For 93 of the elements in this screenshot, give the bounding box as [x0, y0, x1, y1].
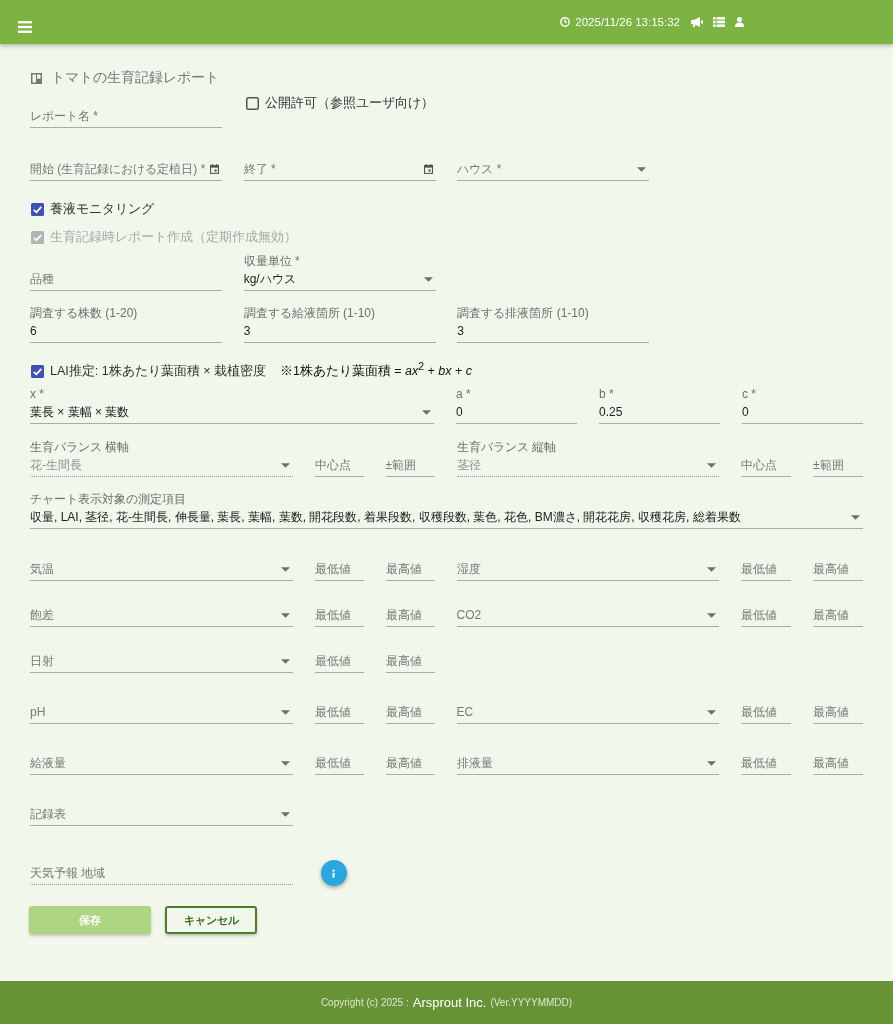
- field-label: b *: [599, 387, 614, 401]
- number-field[interactable]: 最低値: [314, 604, 364, 627]
- page-title: トマトの生育記録レポート: [51, 69, 219, 87]
- number-field[interactable]: 最低値: [314, 558, 364, 581]
- select-field[interactable]: 葉長 × 葉幅 × 葉数: [30, 401, 434, 424]
- caret-icon: [851, 515, 860, 520]
- user-icon[interactable]: [735, 17, 744, 27]
- field-label: 生育バランス 縦軸: [456, 438, 556, 456]
- menu-icon[interactable]: [18, 21, 32, 33]
- caret-icon: [707, 710, 716, 715]
- number-field[interactable]: 最高値: [813, 752, 863, 775]
- number-field[interactable]: 最低値: [741, 752, 791, 775]
- field-label: 調査する給液箇所 (1-10): [243, 304, 375, 322]
- checkbox[interactable]: [31, 364, 44, 378]
- number-field[interactable]: 最低値: [741, 701, 791, 724]
- list-icon[interactable]: [713, 17, 725, 27]
- field-label: a *: [456, 387, 471, 401]
- select-field[interactable]: 日射: [30, 650, 293, 673]
- board-icon: [31, 72, 42, 84]
- field-label: 調査する排液箇所 (1-10): [457, 304, 589, 322]
- number-field[interactable]: 0: [742, 401, 863, 424]
- caret-icon: [707, 761, 716, 766]
- info-icon: [332, 868, 335, 878]
- select-field[interactable]: 気温: [30, 558, 293, 581]
- caret-icon: [707, 567, 716, 572]
- number-field[interactable]: 最低値: [314, 752, 364, 775]
- text-field[interactable]: 品種: [30, 268, 222, 291]
- number-field[interactable]: 最低値: [741, 558, 791, 581]
- info-button[interactable]: [320, 860, 347, 886]
- caret-icon: [707, 463, 716, 468]
- number-field[interactable]: 最高値: [385, 604, 435, 627]
- date-field[interactable]: 終了 *: [243, 158, 436, 181]
- number-field[interactable]: 最高値: [385, 650, 435, 673]
- number-field[interactable]: 3: [457, 320, 650, 343]
- select-field[interactable]: EC: [456, 701, 719, 724]
- select-field[interactable]: 排液量: [456, 752, 719, 775]
- select-field[interactable]: kg/ハウス: [243, 268, 436, 291]
- caret-icon: [423, 277, 433, 282]
- number-field[interactable]: 最高値: [813, 604, 863, 627]
- select-field[interactable]: 収量, LAI, 茎径, 花-生間長, 伸長量, 葉長, 葉幅, 葉数, 開花段数, 着果段数, 収穫段数, 葉色, 花色, BM濃さ, 開花花房, 収穫花房, 総着果数: [30, 506, 863, 529]
- date-field[interactable]: 開始 (生育記録における定植日) *: [30, 158, 222, 181]
- field-label: 調査する株数 (1-20): [30, 304, 138, 322]
- checkbox-label: LAI推定: 1株あたり葉面積 × 栽植密度: [50, 362, 266, 380]
- select-field[interactable]: 給液量: [30, 752, 293, 775]
- cancel-button[interactable]: キャンセル: [165, 906, 257, 934]
- company-name: Arsprout Inc.: [412, 995, 487, 1010]
- caret-icon: [280, 613, 290, 618]
- number-field[interactable]: 最高値: [385, 752, 435, 775]
- number-field[interactable]: 最低値: [314, 650, 364, 673]
- number-field[interactable]: 最低値: [314, 701, 364, 724]
- number-field[interactable]: 最高値: [385, 701, 435, 724]
- number-field[interactable]: 最低値: [741, 604, 791, 627]
- copyright-text: Copyright (c) 2025 :: [320, 997, 409, 1008]
- checkbox-label: 公開許可（参照ユーザ向け）: [264, 94, 434, 112]
- select-field[interactable]: pH: [30, 701, 293, 724]
- number-field[interactable]: 最高値: [813, 558, 863, 581]
- megaphone-icon[interactable]: [691, 17, 703, 27]
- caret-icon: [707, 613, 716, 618]
- checkbox[interactable]: [245, 96, 259, 110]
- caret-icon: [422, 410, 431, 415]
- caret-icon: [280, 812, 290, 817]
- caret-icon: [280, 761, 290, 766]
- caret-icon: [637, 167, 647, 172]
- number-field[interactable]: 最高値: [813, 701, 863, 724]
- checkbox-label: 生育記録時レポート作成（定期作成無効）: [50, 228, 297, 246]
- field-label: 生育バランス 横軸: [30, 438, 130, 456]
- version-text: (Ver.YYYYMMDD): [490, 997, 573, 1008]
- field-label: c *: [742, 387, 756, 401]
- number-field[interactable]: 3: [243, 320, 436, 343]
- checkbox[interactable]: [31, 202, 44, 216]
- caret-icon: [280, 710, 290, 715]
- clock-icon: [560, 17, 571, 27]
- field-label: 収量単位 *: [243, 252, 300, 270]
- caret-icon: [280, 463, 290, 468]
- number-field[interactable]: 0: [456, 401, 577, 424]
- field-label: チャート表示対象の測定項目: [30, 490, 186, 508]
- field-label: x *: [30, 387, 44, 401]
- calendar-icon[interactable]: [210, 164, 219, 174]
- datetime-text: 2025/11/26 13:15:32: [575, 16, 680, 28]
- select-field[interactable]: 湿度: [456, 558, 719, 581]
- caret-icon: [280, 659, 290, 664]
- select-field[interactable]: 飽差: [30, 604, 293, 627]
- number-field[interactable]: 0.25: [599, 401, 720, 424]
- caret-icon: [280, 567, 290, 572]
- number-field[interactable]: 6: [30, 320, 222, 343]
- calendar-icon[interactable]: [423, 164, 433, 174]
- formula-text: ※1株あたり葉面積 = ax$^{2}$ + bx + c: [279, 361, 473, 381]
- select-field[interactable]: 記録表: [30, 803, 293, 826]
- text-field[interactable]: レポート名 *: [30, 105, 222, 128]
- number-field[interactable]: 最高値: [385, 558, 435, 581]
- select-field[interactable]: ハウス *: [457, 158, 650, 181]
- select-field[interactable]: CO2: [456, 604, 719, 627]
- checkbox-label: 養液モニタリング: [50, 200, 154, 218]
